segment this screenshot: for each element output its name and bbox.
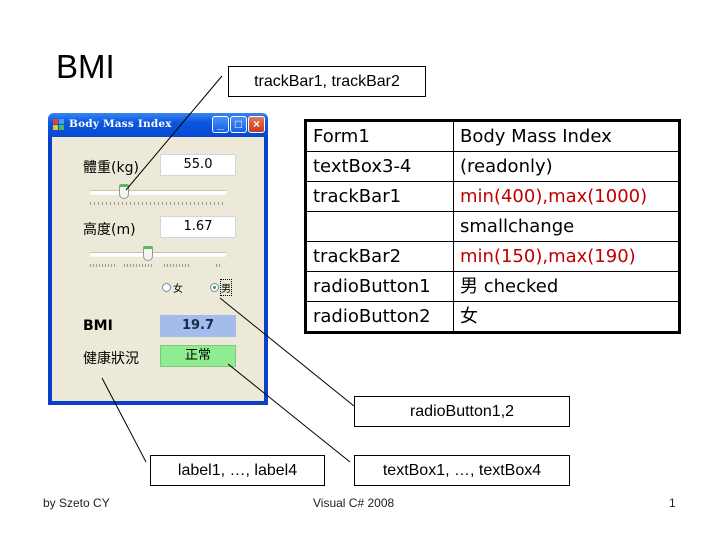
callout-connectors xyxy=(101,75,355,463)
footer-author: by Szeto CY xyxy=(43,496,110,510)
footer-center: Visual C# 2008 xyxy=(313,496,395,510)
connector-textboxes xyxy=(227,363,351,463)
connector-radio xyxy=(219,297,355,407)
page-number: 1 xyxy=(669,496,676,510)
connector-labels xyxy=(101,377,147,463)
connector-trackbars xyxy=(125,75,223,191)
